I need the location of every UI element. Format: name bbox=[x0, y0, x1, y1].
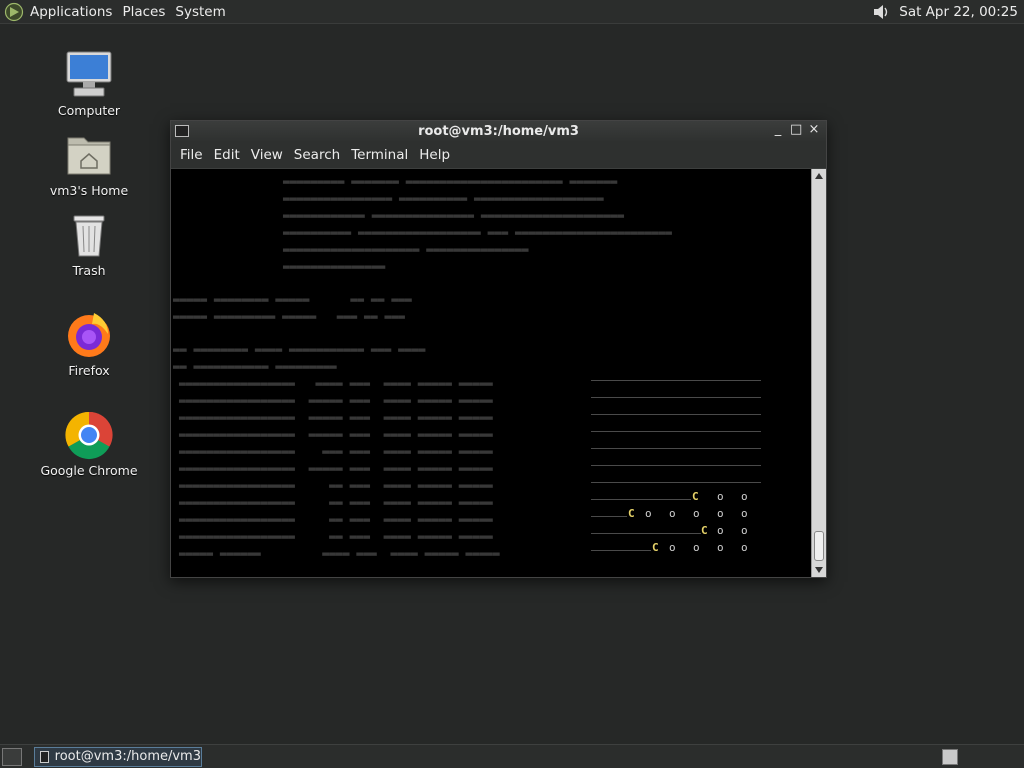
faint-text-bar: ▂▂▂▂▂▂▂▂▂▂▂▂▂▂▂▂▂ ▂▂▂▂▂ ▂▂▂ ▂▂▂▂ ▂▂▂▂▂ ▂… bbox=[179, 407, 493, 420]
progress-bar bbox=[591, 482, 761, 483]
terminal-menubar: File Edit View Search Terminal Help bbox=[171, 141, 826, 169]
menu-view[interactable]: View bbox=[246, 147, 288, 163]
scroll-up-icon[interactable] bbox=[815, 173, 823, 179]
terminal-window[interactable]: root@vm3:/home/vm3 _ □ × File Edit View … bbox=[170, 120, 827, 578]
firefox-icon bbox=[68, 313, 110, 357]
scroll-thumb[interactable] bbox=[814, 531, 824, 561]
workspace-switcher[interactable] bbox=[942, 748, 958, 765]
pacman-dot: o bbox=[741, 507, 748, 520]
chrome-icon bbox=[65, 411, 113, 460]
pacman-dot: o bbox=[717, 507, 724, 520]
desktop-icon-home[interactable]: vm3's Home bbox=[29, 130, 149, 198]
clock[interactable]: Sat Apr 22, 00:25 bbox=[899, 4, 1018, 20]
faint-text-bar: ▂▂ ▂▂▂▂▂▂▂▂▂▂▂ ▂▂▂▂▂▂▂▂▂ bbox=[173, 356, 337, 369]
window-controls: _ □ × bbox=[772, 123, 820, 137]
menu-applications[interactable]: Applications bbox=[30, 4, 112, 20]
terminal-scrollbar[interactable] bbox=[811, 169, 826, 577]
menu-places[interactable]: Places bbox=[122, 4, 165, 20]
progress-bar bbox=[591, 431, 761, 432]
faint-text-bar: ▂▂▂▂▂▂▂▂▂▂▂▂▂▂▂▂▂ ▂▂▂▂ ▂▂▂ ▂▂▂▂ ▂▂▂▂▂ ▂▂… bbox=[179, 373, 493, 386]
faint-text-bar: ▂▂▂▂▂▂▂▂▂▂▂▂▂▂▂▂▂ ▂▂ ▂▂▂ ▂▂▂▂ ▂▂▂▂▂ ▂▂▂▂… bbox=[179, 475, 493, 488]
progress-bar bbox=[591, 465, 761, 466]
faint-text-bar: ▂▂ ▂▂▂▂▂▂▂▂ ▂▂▂▂ ▂▂▂▂▂▂▂▂▂▂▂ ▂▂▂ ▂▂▂▂ bbox=[173, 339, 426, 352]
faint-text-bar: ▂▂▂▂▂ ▂▂▂▂▂▂ ▂▂▂▂ ▂▂▂ ▂▂▂▂ ▂▂▂▂▂ ▂▂▂▂▂ bbox=[179, 543, 500, 556]
top-panel: Applications Places System Sat Apr 22, 0… bbox=[0, 0, 1024, 24]
show-desktop-icon[interactable] bbox=[2, 747, 22, 766]
pacman-char: C bbox=[628, 507, 635, 520]
desktop-icon-label: Computer bbox=[57, 103, 121, 118]
window-title: root@vm3:/home/vm3 bbox=[418, 123, 579, 139]
faint-text-bar: ▂▂▂▂▂▂▂▂▂ ▂▂▂▂▂▂▂ ▂▂▂▂▂▂▂▂▂▂▂▂▂▂▂▂▂▂▂▂▂▂… bbox=[283, 171, 618, 184]
menu-terminal[interactable]: Terminal bbox=[346, 147, 413, 163]
desktop-icon-label: Google Chrome bbox=[40, 463, 138, 478]
menu-search[interactable]: Search bbox=[289, 147, 345, 163]
pacman-dot: o bbox=[717, 541, 724, 554]
pacman-dot: o bbox=[693, 507, 700, 520]
computer-icon bbox=[66, 51, 112, 97]
desktop-icon-label: vm3's Home bbox=[49, 183, 129, 198]
faint-text-bar: ▂▂▂▂▂ ▂▂▂▂▂▂▂▂▂ ▂▂▂▂▂ ▂▂▂ ▂▂ ▂▂▂ bbox=[173, 306, 405, 319]
pacman-dot: o bbox=[669, 541, 676, 554]
pacman-dot: o bbox=[717, 490, 724, 503]
menu-system[interactable]: System bbox=[175, 4, 225, 20]
terminal-output[interactable]: ▂▂▂▂▂▂▂▂▂ ▂▂▂▂▂▂▂ ▂▂▂▂▂▂▂▂▂▂▂▂▂▂▂▂▂▂▂▂▂▂… bbox=[171, 169, 811, 577]
progress-bar bbox=[591, 414, 761, 415]
faint-text-bar: ▂▂▂▂▂▂▂▂▂▂▂▂▂▂▂▂▂ ▂▂ ▂▂▂ ▂▂▂▂ ▂▂▂▂▂ ▂▂▂▂… bbox=[179, 492, 493, 505]
menu-edit[interactable]: Edit bbox=[209, 147, 245, 163]
volume-icon[interactable] bbox=[871, 2, 891, 22]
progress-bar bbox=[591, 448, 761, 449]
apps-logo-icon[interactable] bbox=[4, 2, 24, 22]
taskbar-item-terminal[interactable]: root@vm3:/home/vm3 bbox=[34, 746, 202, 767]
faint-text-bar: ▂▂▂▂▂ ▂▂▂▂▂▂▂▂ ▂▂▂▂▂ ▂▂ ▂▂ ▂▂▂ bbox=[173, 289, 412, 302]
close-button[interactable]: × bbox=[808, 123, 820, 137]
top-right-area: Sat Apr 22, 00:25 bbox=[871, 2, 1018, 22]
maximize-button[interactable]: □ bbox=[790, 123, 802, 137]
faint-text-bar: ▂▂▂▂▂▂▂▂▂▂▂▂▂▂▂▂▂ ▂▂▂▂▂ ▂▂▂ ▂▂▂▂ ▂▂▂▂▂ ▂… bbox=[179, 424, 493, 437]
pacman-dot: o bbox=[741, 524, 748, 537]
taskbar-item-label: root@vm3:/home/vm3 bbox=[54, 749, 201, 764]
menu-help[interactable]: Help bbox=[414, 147, 455, 163]
pacman-char: C bbox=[701, 524, 708, 537]
desktop-icon-computer[interactable]: Computer bbox=[29, 50, 149, 118]
desktop-icon-label: Trash bbox=[72, 263, 106, 278]
pacman-char: C bbox=[652, 541, 659, 554]
faint-text-bar: ▂▂▂▂▂▂▂▂▂▂▂▂▂▂▂▂▂ ▂▂ ▂▂▂ ▂▂▂▂ ▂▂▂▂▂ ▂▂▂▂… bbox=[179, 526, 493, 539]
top-menu: Applications Places System bbox=[30, 4, 226, 20]
desktop-icon-trash[interactable]: Trash bbox=[29, 210, 149, 278]
faint-text-bar: ▂▂▂▂▂▂▂▂▂▂▂▂▂▂▂▂▂ ▂▂▂▂▂ ▂▂▂ ▂▂▂▂ ▂▂▂▂▂ ▂… bbox=[179, 390, 493, 403]
faint-text-bar: ▂▂▂▂▂▂▂▂▂▂▂▂▂▂▂▂▂ ▂▂ ▂▂▂ ▂▂▂▂ ▂▂▂▂▂ ▂▂▂▂… bbox=[179, 509, 493, 522]
progress-bar bbox=[591, 533, 701, 534]
faint-text-bar: ▂▂▂▂▂▂▂▂▂▂▂▂▂▂▂▂▂▂▂▂ ▂▂▂▂▂▂▂▂▂▂▂▂▂▂▂ bbox=[283, 239, 529, 252]
faint-text-bar: ▂▂▂▂▂▂▂▂▂▂▂▂▂▂▂▂▂ ▂▂▂ ▂▂▂ ▂▂▂▂ ▂▂▂▂▂ ▂▂▂… bbox=[179, 441, 493, 454]
faint-text-bar: ▂▂▂▂▂▂▂▂▂▂▂▂▂▂▂▂ ▂▂▂▂▂▂▂▂▂▂ ▂▂▂▂▂▂▂▂▂▂▂▂… bbox=[283, 188, 604, 201]
pacman-dot: o bbox=[741, 541, 748, 554]
trash-icon bbox=[73, 215, 105, 257]
terminal-icon bbox=[40, 750, 49, 763]
pacman-dot: o bbox=[693, 541, 700, 554]
progress-bar bbox=[591, 499, 691, 500]
faint-text-bar: ▂▂▂▂▂▂▂▂▂▂▂▂ ▂▂▂▂▂▂▂▂▂▂▂▂▂▂▂ ▂▂▂▂▂▂▂▂▂▂▂… bbox=[283, 205, 625, 218]
desktop-icon-label: Firefox bbox=[68, 363, 110, 378]
pacman-dot: o bbox=[741, 490, 748, 503]
faint-text-bar: ▂▂▂▂▂▂▂▂▂▂ ▂▂▂▂▂▂▂▂▂▂▂▂▂▂▂▂▂▂ ▂▂▂ ▂▂▂▂▂▂… bbox=[283, 222, 672, 235]
pacman-dot: o bbox=[717, 524, 724, 537]
faint-text-bar: ▂▂▂▂▂▂▂▂▂▂▂▂▂▂▂ bbox=[283, 256, 386, 269]
scroll-down-icon[interactable] bbox=[815, 567, 823, 573]
progress-bar bbox=[591, 550, 651, 551]
pacman-dot: o bbox=[669, 507, 676, 520]
pacman-dot: o bbox=[645, 507, 652, 520]
bottom-panel: root@vm3:/home/vm3 bbox=[0, 744, 1024, 768]
progress-bar bbox=[591, 380, 761, 381]
desktop-icon-chrome[interactable]: Google Chrome bbox=[29, 410, 149, 478]
progress-bar bbox=[591, 397, 761, 398]
menu-file[interactable]: File bbox=[175, 147, 208, 163]
home-folder-icon bbox=[67, 137, 111, 175]
progress-bar bbox=[591, 516, 627, 517]
window-titlebar[interactable]: root@vm3:/home/vm3 _ □ × bbox=[171, 121, 826, 141]
pacman-char: C bbox=[692, 490, 699, 503]
faint-text-bar: ▂▂▂▂▂▂▂▂▂▂▂▂▂▂▂▂▂ ▂▂▂▂▂ ▂▂▂ ▂▂▂▂ ▂▂▂▂▂ ▂… bbox=[179, 458, 493, 471]
desktop-icon-firefox[interactable]: Firefox bbox=[29, 310, 149, 378]
minimize-button[interactable]: _ bbox=[772, 123, 784, 137]
